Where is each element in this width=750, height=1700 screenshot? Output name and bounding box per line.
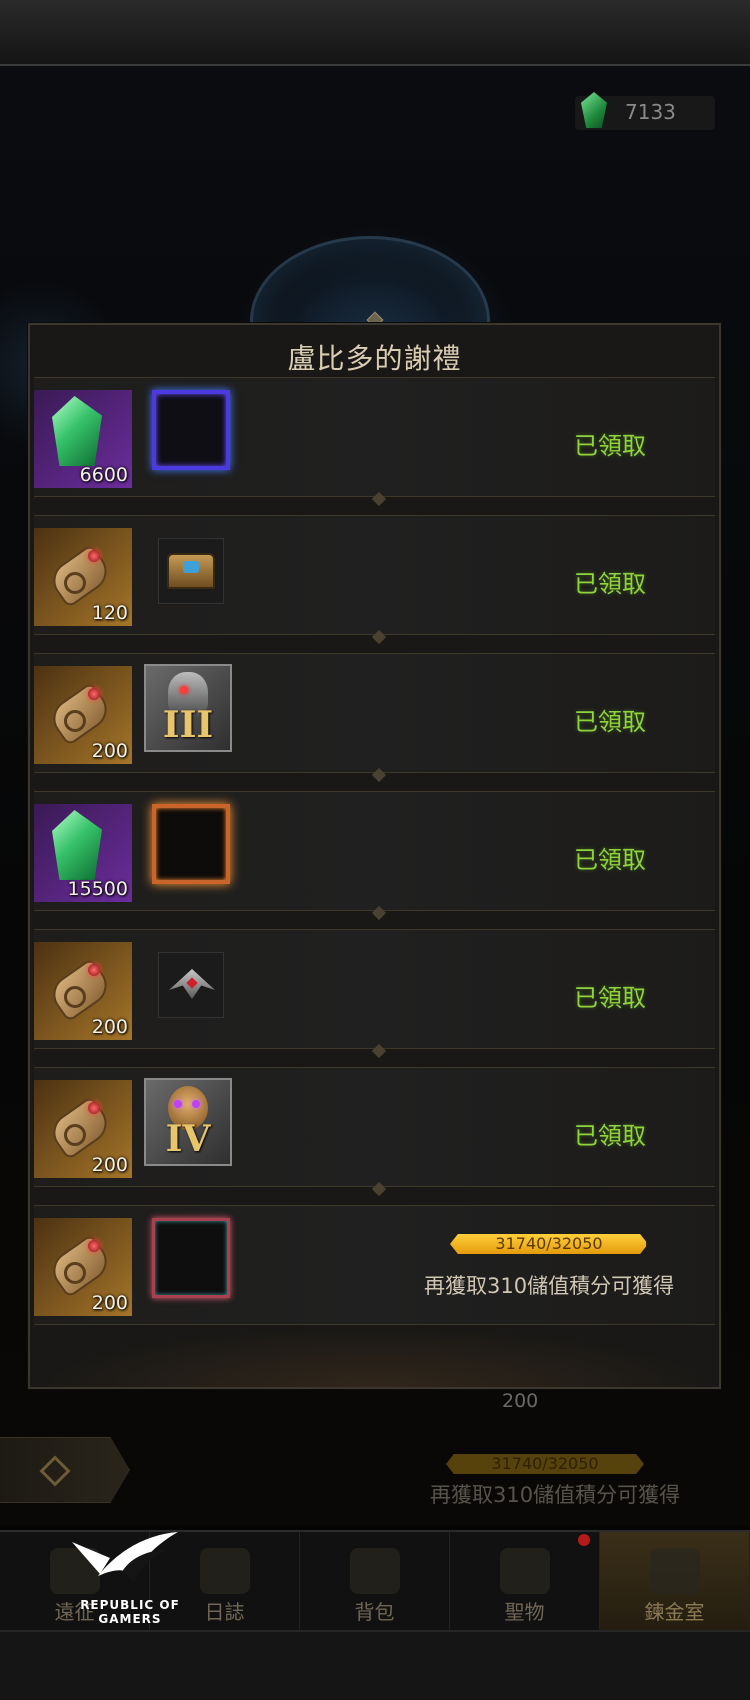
reward-item-slot[interactable]: 200 (34, 666, 132, 764)
reward-item-slot[interactable]: 200 (34, 1218, 132, 1316)
reward-item-slot[interactable]: 200 (34, 1080, 132, 1178)
item-qty: 200 (91, 740, 128, 762)
nav-label: 背包 (354, 1600, 395, 1624)
rog-text: REPUBLIC OF GAMERS (70, 1598, 190, 1626)
back-button[interactable] (0, 1437, 130, 1503)
background-progress: 31740/32050 (446, 1454, 644, 1474)
emerald-gem-icon (52, 810, 102, 880)
row-separator (371, 629, 387, 645)
reward-row: 120 已領取 (34, 515, 715, 645)
reward-row: 6600 已領取 (34, 377, 715, 507)
winged-emblem-icon[interactable] (158, 952, 224, 1018)
bronze-emblem-iv-icon[interactable]: IV (144, 1078, 232, 1166)
row-separator (371, 767, 387, 783)
progress-text: 31740/32050 (495, 1234, 603, 1253)
emblem-numeral: IV (165, 1118, 211, 1160)
scroll-icon (45, 954, 115, 1023)
nav-label: 鍊金室 (644, 1600, 705, 1624)
claimed-status: 已領取 (574, 708, 646, 736)
popup-title: 盧比多的謝禮 (287, 342, 462, 375)
reward-item-slot[interactable]: 120 (34, 528, 132, 626)
claimed-status: 已領取 (574, 432, 646, 460)
scroll-icon (45, 1092, 115, 1161)
row-separator (371, 1043, 387, 1059)
item-qty: 6600 (79, 464, 128, 486)
item-qty: 120 (91, 602, 128, 624)
item-qty: 15500 (67, 878, 128, 900)
background-reward-peek: 200 31740/32050 再獲取310儲值積分可獲得 (410, 1390, 700, 1550)
row-separator (371, 1181, 387, 1197)
rog-logo-icon (72, 1532, 178, 1582)
currency-display: 7133 (575, 92, 715, 130)
reward-item-slot[interactable]: 200 (34, 942, 132, 1040)
emblem-numeral: III (162, 704, 214, 746)
reward-item-slot[interactable]: 15500 (34, 804, 132, 902)
back-arrow-icon (39, 1455, 71, 1487)
currency-amount: 7133 (625, 100, 676, 124)
item-qty: 200 (91, 1292, 128, 1314)
pink-portrait-frame-icon[interactable] (152, 1218, 230, 1298)
reward-row: 200 IV 已領取 (34, 1067, 715, 1197)
background-hint: 再獲取310儲值積分可獲得 (430, 1483, 681, 1507)
relic-icon (499, 1548, 550, 1594)
reward-progress-bar: 31740/32050 (450, 1234, 648, 1254)
reward-popup: 盧比多的謝禮 6600 已領取 120 已領取 200 III 已領取 1550… (28, 323, 721, 1389)
rog-watermark: REPUBLIC OF GAMERS (70, 1520, 190, 1630)
nav-label: 聖物 (504, 1600, 545, 1624)
row-separator (371, 905, 387, 921)
emerald-gem-icon (581, 92, 607, 128)
top-bar (0, 0, 750, 66)
scroll-icon (45, 678, 115, 747)
claimed-status: 已領取 (574, 1122, 646, 1150)
claimed-status: 已領取 (574, 984, 646, 1012)
reward-item-slot[interactable]: 6600 (34, 390, 132, 488)
scroll-icon (45, 1230, 115, 1299)
treasure-chest-icon[interactable] (158, 538, 224, 604)
item-qty: 200 (91, 1154, 128, 1176)
row-separator (371, 491, 387, 507)
alchemy-icon (649, 1548, 700, 1594)
nav-item-relic[interactable]: 聖物 (450, 1532, 600, 1632)
claimed-status: 已領取 (574, 570, 646, 598)
reward-row: 200 III 已領取 (34, 653, 715, 783)
nav-item-backpack[interactable]: 背包 (300, 1532, 450, 1632)
claimed-status: 已領取 (574, 846, 646, 874)
reward-row: 200 31740/32050 再獲取310儲值積分可獲得 (34, 1205, 715, 1325)
background-qty: 200 (502, 1390, 539, 1412)
scroll-icon (45, 540, 115, 609)
rog-line2: GAMERS (98, 1612, 162, 1626)
reward-row: 200 已領取 (34, 929, 715, 1059)
journal-icon (199, 1548, 250, 1594)
footer-bar (0, 1630, 750, 1700)
emerald-gem-icon (52, 396, 102, 466)
nav-item-alchemy[interactable]: 鍊金室 (600, 1532, 750, 1632)
rog-line1: REPUBLIC OF (80, 1598, 180, 1612)
knight-helm-emblem-iii-icon[interactable]: III (144, 664, 232, 752)
notification-dot (578, 1534, 590, 1546)
item-qty: 200 (91, 1016, 128, 1038)
fire-portrait-frame-icon[interactable] (152, 804, 230, 884)
reward-row: 15500 已領取 (34, 791, 715, 921)
blue-portrait-frame-icon[interactable] (152, 390, 230, 470)
backpack-icon (349, 1548, 400, 1594)
progress-hint: 再獲取310儲值積分可獲得 (424, 1274, 675, 1298)
